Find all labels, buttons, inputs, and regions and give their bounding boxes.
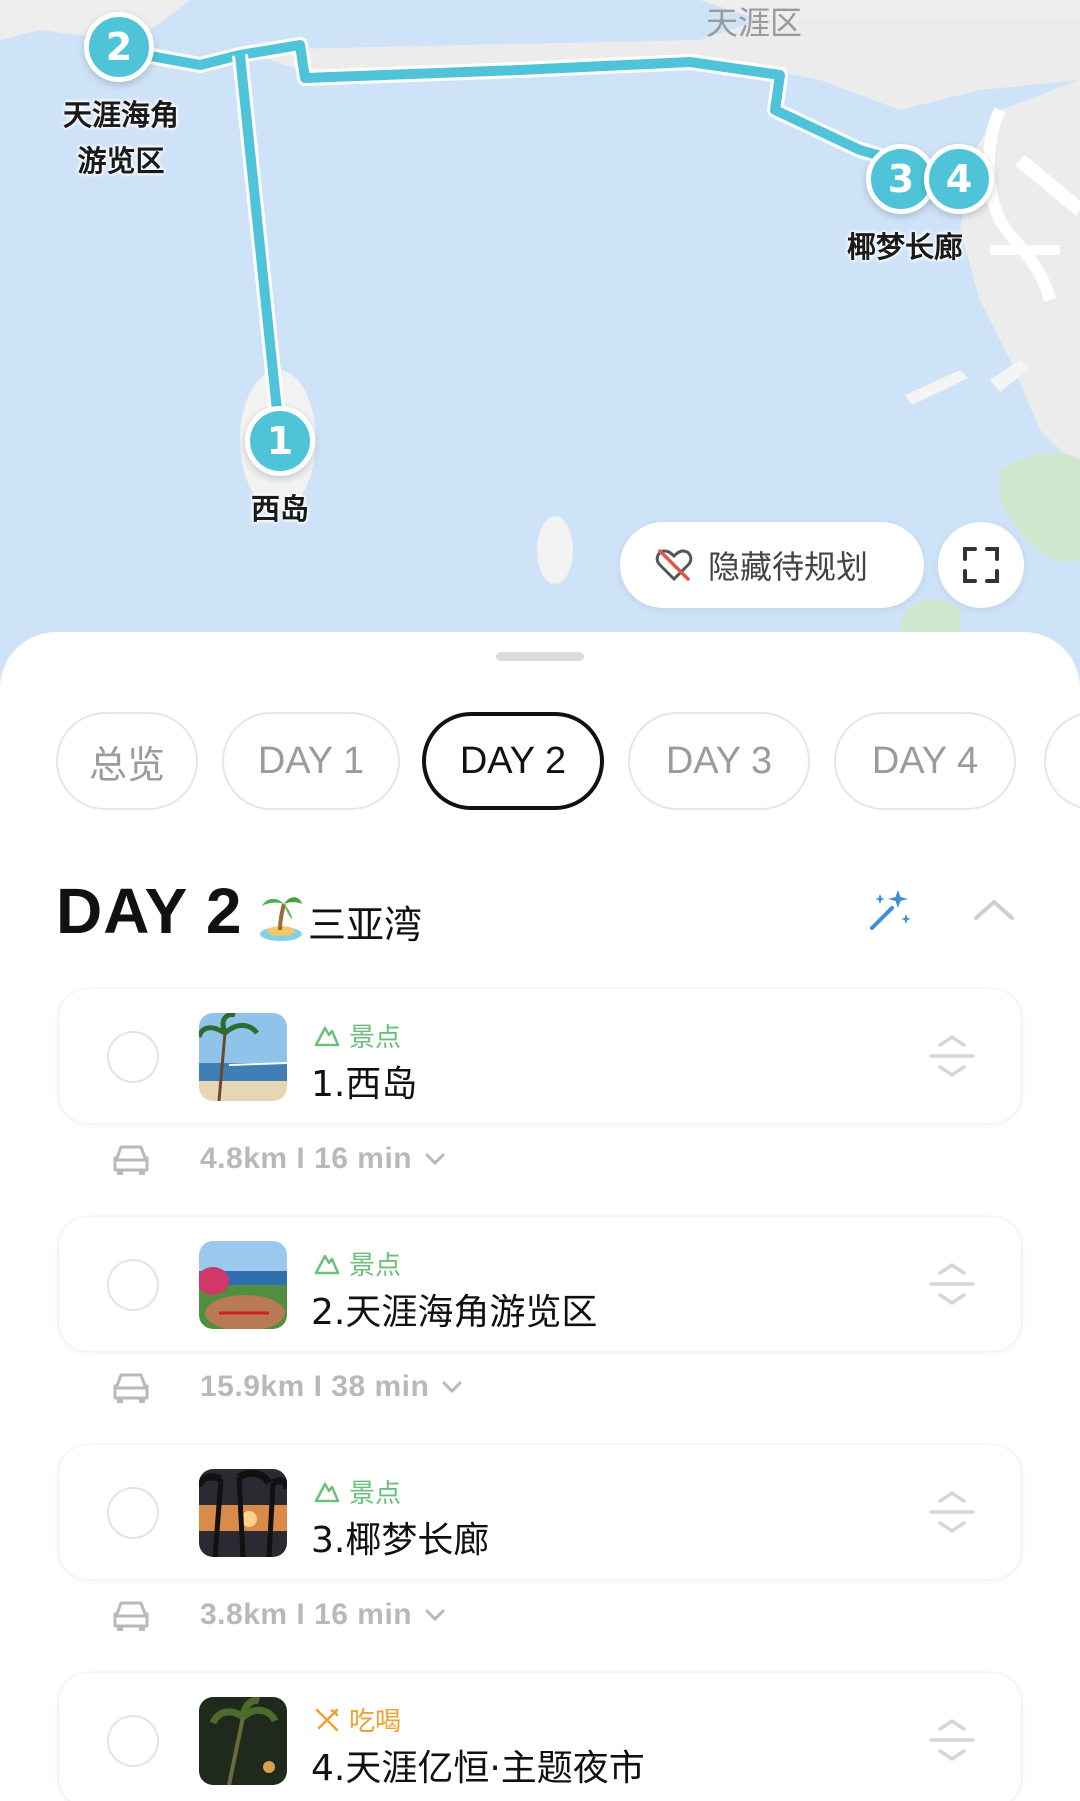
- item-thumbnail: [199, 1013, 287, 1101]
- route-segment-1[interactable]: 4.8km I 16 min: [112, 1134, 446, 1184]
- chevron-down-icon: [442, 1381, 462, 1394]
- chevron-down-icon: [425, 1153, 445, 1166]
- item-thumbnail: [199, 1469, 287, 1557]
- itinerary-item-2[interactable]: 景点 2.天涯海角游览区: [58, 1216, 1022, 1352]
- tab-day-1[interactable]: DAY 1: [222, 712, 400, 810]
- day-title: DAY 2: [56, 875, 243, 947]
- fullscreen-button[interactable]: [938, 522, 1024, 608]
- marker-label-line2: 游览区: [77, 144, 165, 178]
- magic-wand-icon[interactable]: [866, 886, 914, 934]
- map-marker-2[interactable]: 2: [84, 12, 154, 82]
- sheet-drag-handle[interactable]: [496, 652, 584, 661]
- item-category-label: 景点: [349, 1023, 402, 1053]
- map-marker-label-2: 天涯海角 游览区: [46, 92, 196, 184]
- day-place: 三亚湾: [308, 903, 423, 947]
- route-text: 3.8km I 16 min: [200, 1598, 413, 1631]
- car-icon: [113, 1145, 149, 1175]
- item-name: 1.西岛: [311, 1064, 418, 1105]
- route-segment-2[interactable]: 15.9km I 38 min: [112, 1362, 463, 1412]
- chevron-up-icon[interactable]: [972, 894, 1016, 924]
- chevron-down-icon: [425, 1609, 445, 1622]
- day-tabs: 总览 DAY 1 DAY 2 DAY 3 DAY 4: [56, 712, 1080, 812]
- itinerary-item-3[interactable]: 景点 3.椰梦长廊: [58, 1444, 1022, 1580]
- car-icon: [113, 1601, 149, 1631]
- mountain-icon: [314, 1482, 340, 1502]
- fork-knife-icon: [315, 1708, 339, 1731]
- item-category: 景点: [313, 1017, 401, 1054]
- car-icon: [113, 1373, 149, 1403]
- fullscreen-icon: [963, 547, 999, 583]
- item-name: 2.天涯海角游览区: [311, 1292, 598, 1333]
- item-name: 3.椰梦长廊: [311, 1520, 490, 1561]
- itinerary-item-1[interactable]: 景点 1.西岛: [58, 988, 1022, 1124]
- item-checkbox[interactable]: [107, 1031, 159, 1083]
- item-category: 景点: [313, 1245, 401, 1282]
- tab-overview[interactable]: 总览: [56, 712, 198, 810]
- palm-island-icon: [260, 897, 302, 941]
- item-category-label: 景点: [349, 1251, 402, 1281]
- hide-unplanned-label: 隐藏待规划: [708, 548, 869, 586]
- item-category: 景点: [313, 1473, 401, 1510]
- item-category: 吃喝: [313, 1701, 401, 1738]
- reorder-handle-icon[interactable]: [927, 1489, 977, 1535]
- map-marker-label-3: 椰梦长廊: [846, 230, 963, 264]
- item-checkbox[interactable]: [107, 1715, 159, 1767]
- item-name: 4.天涯亿恒·主题夜市: [311, 1748, 645, 1789]
- item-category-label: 景点: [349, 1479, 402, 1509]
- tab-day-2[interactable]: DAY 2: [422, 712, 604, 810]
- itinerary-item-4[interactable]: 吃喝 4.天涯亿恒·主题夜市: [58, 1672, 1022, 1801]
- map-marker-label-1: 西岛: [250, 492, 309, 526]
- marker-label-line1: 天涯海角: [62, 98, 179, 132]
- route-text: 4.8km I 16 min: [200, 1142, 413, 1175]
- item-checkbox[interactable]: [107, 1487, 159, 1539]
- itinerary-sheet: 总览 DAY 1 DAY 2 DAY 3 DAY 4 DAY 2 三亚湾 景点 …: [0, 632, 1080, 1801]
- item-checkbox[interactable]: [107, 1259, 159, 1311]
- district-label: 天涯区: [706, 4, 803, 42]
- map-view[interactable]: 天涯区 2 天涯海角 游览区 1 西岛 3 4 椰梦长廊 隐藏待规划: [0, 0, 1080, 690]
- hide-unplanned-button[interactable]: 隐藏待规划: [620, 522, 924, 608]
- mountain-icon: [314, 1254, 340, 1274]
- route-text: 15.9km I 38 min: [200, 1370, 430, 1403]
- reorder-handle-icon[interactable]: [927, 1717, 977, 1763]
- heart-slash-icon: [655, 549, 693, 582]
- mountain-icon: [314, 1026, 340, 1046]
- tab-day-3[interactable]: DAY 3: [628, 712, 810, 810]
- map-marker-1[interactable]: 1: [245, 406, 315, 476]
- item-thumbnail: [199, 1697, 287, 1785]
- reorder-handle-icon[interactable]: [927, 1033, 977, 1079]
- map-marker-4[interactable]: 4: [924, 144, 994, 214]
- tab-more[interactable]: [1044, 712, 1080, 810]
- tab-day-4[interactable]: DAY 4: [834, 712, 1016, 810]
- reorder-handle-icon[interactable]: [927, 1261, 977, 1307]
- item-thumbnail: [199, 1241, 287, 1329]
- route-segment-3[interactable]: 3.8km I 16 min: [112, 1590, 446, 1640]
- item-category-label: 吃喝: [349, 1707, 402, 1737]
